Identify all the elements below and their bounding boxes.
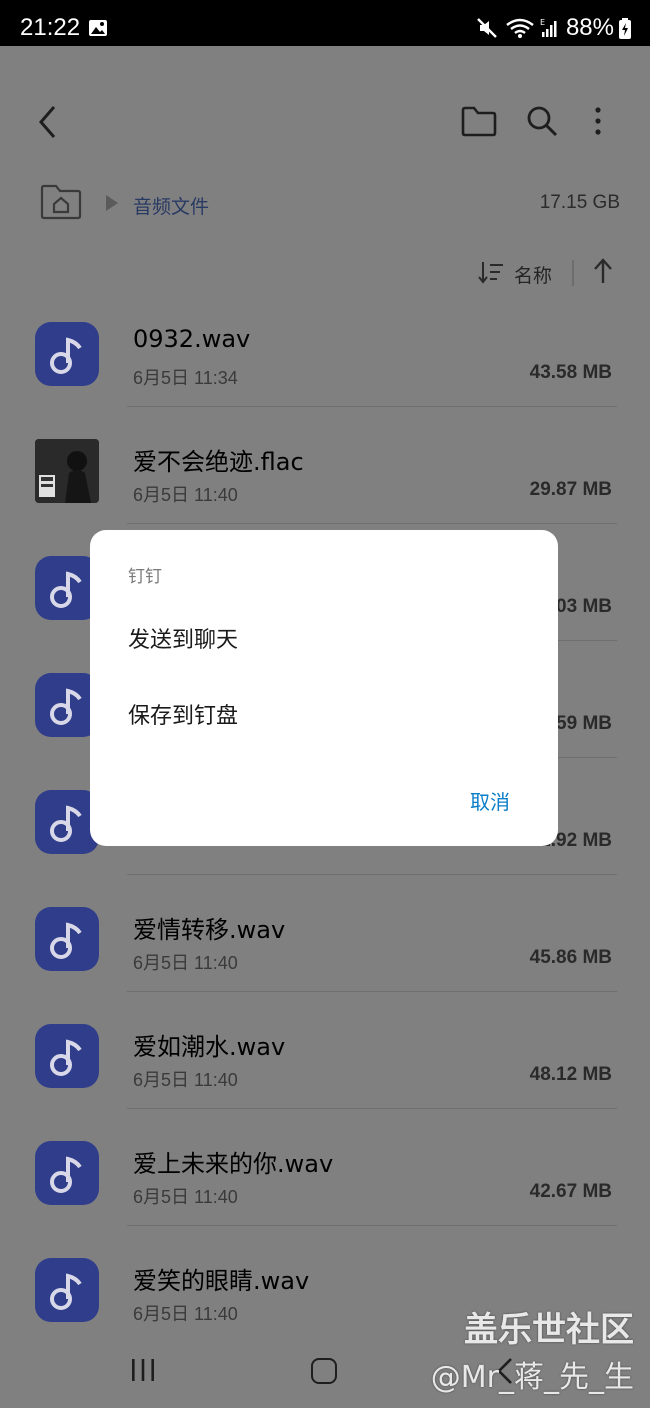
watermark-author: @Mr_蒋_先_生 [430, 1360, 634, 1395]
home-button-icon[interactable] [311, 1358, 337, 1384]
back-icon[interactable] [34, 104, 64, 140]
file-name: 爱如潮水.wav [133, 1033, 286, 1061]
file-date: 6月5日 11:40 [133, 1304, 238, 1324]
home-icon[interactable] [40, 184, 82, 220]
file-name: 爱上未来的你.wav [133, 1150, 334, 1178]
svg-text:E: E [540, 18, 545, 27]
cancel-button[interactable]: 取消 [470, 786, 510, 815]
file-size: 03 MB [556, 596, 612, 617]
file-row[interactable]: 爱不会绝迹.flac 6月5日 11:40 29.87 MB [0, 407, 650, 524]
battery-percent: 88% [565, 14, 614, 41]
file-row[interactable]: 爱情转移.wav 6月5日 11:40 45.86 MB [0, 875, 650, 992]
wifi-icon [506, 18, 534, 38]
sort-ascending-icon[interactable] [592, 257, 614, 285]
file-size: 43.58 MB [529, 362, 612, 383]
file-size: 29.87 MB [529, 479, 612, 500]
file-size: 42.67 MB [529, 1181, 612, 1202]
file-row[interactable]: 爱如潮水.wav 6月5日 11:40 48.12 MB [0, 992, 650, 1109]
file-date: 6月5日 11:34 [133, 368, 238, 388]
file-date: 6月5日 11:40 [133, 1187, 238, 1207]
save-to-dingpan-option[interactable]: 保存到钉盘 [128, 698, 238, 730]
file-date: 6月5日 11:40 [133, 1070, 238, 1090]
dialog-title: 钉钉 [128, 567, 162, 587]
file-name: 爱笑的眼睛.wav [133, 1267, 310, 1295]
battery-icon [619, 18, 631, 39]
music-icon [35, 1141, 99, 1205]
file-size: 45.86 MB [529, 947, 612, 968]
watermark-community: 盖乐世社区 [464, 1310, 634, 1350]
signal-icon: E [540, 18, 557, 37]
file-row[interactable]: 0932.wav 6月5日 11:34 43.58 MB [0, 290, 650, 407]
music-icon [35, 1258, 99, 1322]
file-row[interactable]: 爱上未来的你.wav 6月5日 11:40 42.67 MB [0, 1109, 650, 1226]
search-icon[interactable] [526, 104, 558, 138]
image-notification-icon [89, 20, 107, 36]
music-icon [35, 322, 99, 386]
breadcrumb-arrow-icon [106, 195, 118, 211]
status-bar: 21:22 E 88% [0, 0, 650, 46]
file-date: 6月5日 11:40 [133, 485, 238, 505]
more-options-icon[interactable] [590, 104, 606, 138]
file-name: 爱情转移.wav [133, 916, 286, 944]
file-size: 48.12 MB [529, 1064, 612, 1085]
file-name: 爱不会绝迹.flac [133, 448, 304, 476]
sort-divider [572, 260, 574, 286]
send-to-chat-option[interactable]: 发送到聊天 [128, 622, 238, 654]
file-name: 0932.wav [133, 325, 251, 353]
file-date: 6月5日 11:40 [133, 953, 238, 973]
folder-icon[interactable] [460, 105, 498, 137]
file-size: 59 MB [556, 713, 612, 734]
storage-size: 17.15 GB [539, 192, 620, 213]
status-time: 21:22 [20, 14, 81, 41]
album-art [35, 439, 99, 503]
sort-by-name[interactable]: 名称 [514, 261, 552, 288]
breadcrumb-folder[interactable]: 音频文件 [133, 192, 209, 219]
share-dialog: 钉钉 发送到聊天 保存到钉盘 取消 [90, 530, 558, 846]
recent-apps-icon[interactable] [130, 1358, 156, 1382]
music-icon [35, 1024, 99, 1088]
music-icon [35, 907, 99, 971]
sort-icon[interactable] [478, 260, 504, 284]
mute-icon [477, 18, 497, 38]
